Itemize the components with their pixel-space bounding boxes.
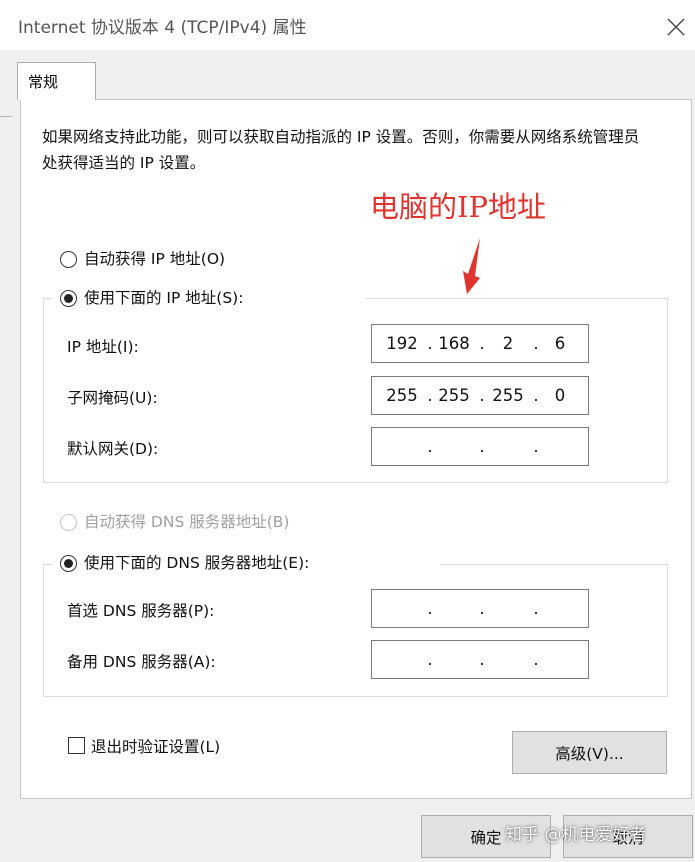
auto-ip-radio[interactable] [60, 251, 77, 268]
dns1-dot: . [427, 599, 433, 618]
title-bar: Internet 协议版本 4 (TCP/IPv4) 属性 [0, 0, 695, 50]
subnet-mask-field[interactable]: 255 . 255 . 255 . 0 [371, 376, 589, 415]
ip-octet-4: 6 [554, 334, 566, 353]
manual-dns-label[interactable]: 使用下面的 DNS 服务器地址(E): [84, 551, 309, 573]
manual-ip-label[interactable]: 使用下面的 IP 地址(S): [84, 286, 243, 308]
manual-dns-radio[interactable] [60, 555, 77, 572]
ip-address-field[interactable]: 192 . 168 . 2 . 6 [371, 324, 589, 363]
gateway-dot: . [479, 437, 485, 456]
tab-general[interactable]: 常规 [17, 62, 96, 100]
alternate-dns-field[interactable]: . . . [371, 640, 589, 679]
mask-octet-4: 0 [554, 386, 566, 405]
tab-label: 常规 [28, 73, 59, 91]
dns1-dot: . [533, 599, 539, 618]
watermark: 知乎 @机电爱好者 [505, 825, 647, 845]
mask-octet-3: 255 [492, 386, 524, 405]
gateway-label: 默认网关(D): [67, 440, 159, 458]
preferred-dns-field[interactable]: . . . [371, 589, 589, 628]
dns2-dot: . [533, 650, 539, 669]
divider [0, 116, 12, 117]
dns1-dot: . [479, 599, 485, 618]
ip-address-label: IP 地址(I): [67, 338, 139, 356]
mask-octet-2: 255 [438, 386, 470, 405]
validate-label[interactable]: 退出时验证设置(L) [91, 735, 220, 757]
mask-octet-1: 255 [386, 386, 418, 405]
advanced-button[interactable]: 高级(V)... [512, 731, 667, 774]
close-button[interactable] [660, 12, 690, 40]
ip-octet-2: 168 [438, 334, 470, 353]
auto-dns-label: 自动获得 DNS 服务器地址(B) [84, 513, 290, 531]
preferred-dns-label: 首选 DNS 服务器(P): [67, 602, 215, 620]
window-title: Internet 协议版本 4 (TCP/IPv4) 属性 [18, 18, 307, 38]
close-icon [667, 18, 685, 36]
annotation-arrow-icon [463, 238, 480, 294]
alternate-dns-label: 备用 DNS 服务器(A): [67, 653, 216, 671]
gateway-dot: . [427, 437, 433, 456]
description-text: 如果网络支持此功能，则可以获取自动指派的 IP 设置。否则，你需要从网络系统管理… [42, 128, 640, 172]
gateway-dot: . [533, 437, 539, 456]
gateway-field[interactable]: . . . [371, 427, 589, 466]
dns2-dot: . [427, 650, 433, 669]
manual-ip-radio[interactable] [60, 290, 77, 307]
auto-dns-radio[interactable] [60, 514, 77, 531]
auto-ip-label[interactable]: 自动获得 IP 地址(O) [84, 247, 225, 269]
dns2-dot: . [479, 650, 485, 669]
ip-octet-3: 2 [502, 334, 514, 353]
validate-checkbox[interactable] [68, 737, 85, 754]
ip-octet-1: 192 [386, 334, 418, 353]
annotation-label: 电脑的IP地址 [370, 190, 546, 224]
subnet-mask-label: 子网掩码(U): [67, 389, 158, 407]
